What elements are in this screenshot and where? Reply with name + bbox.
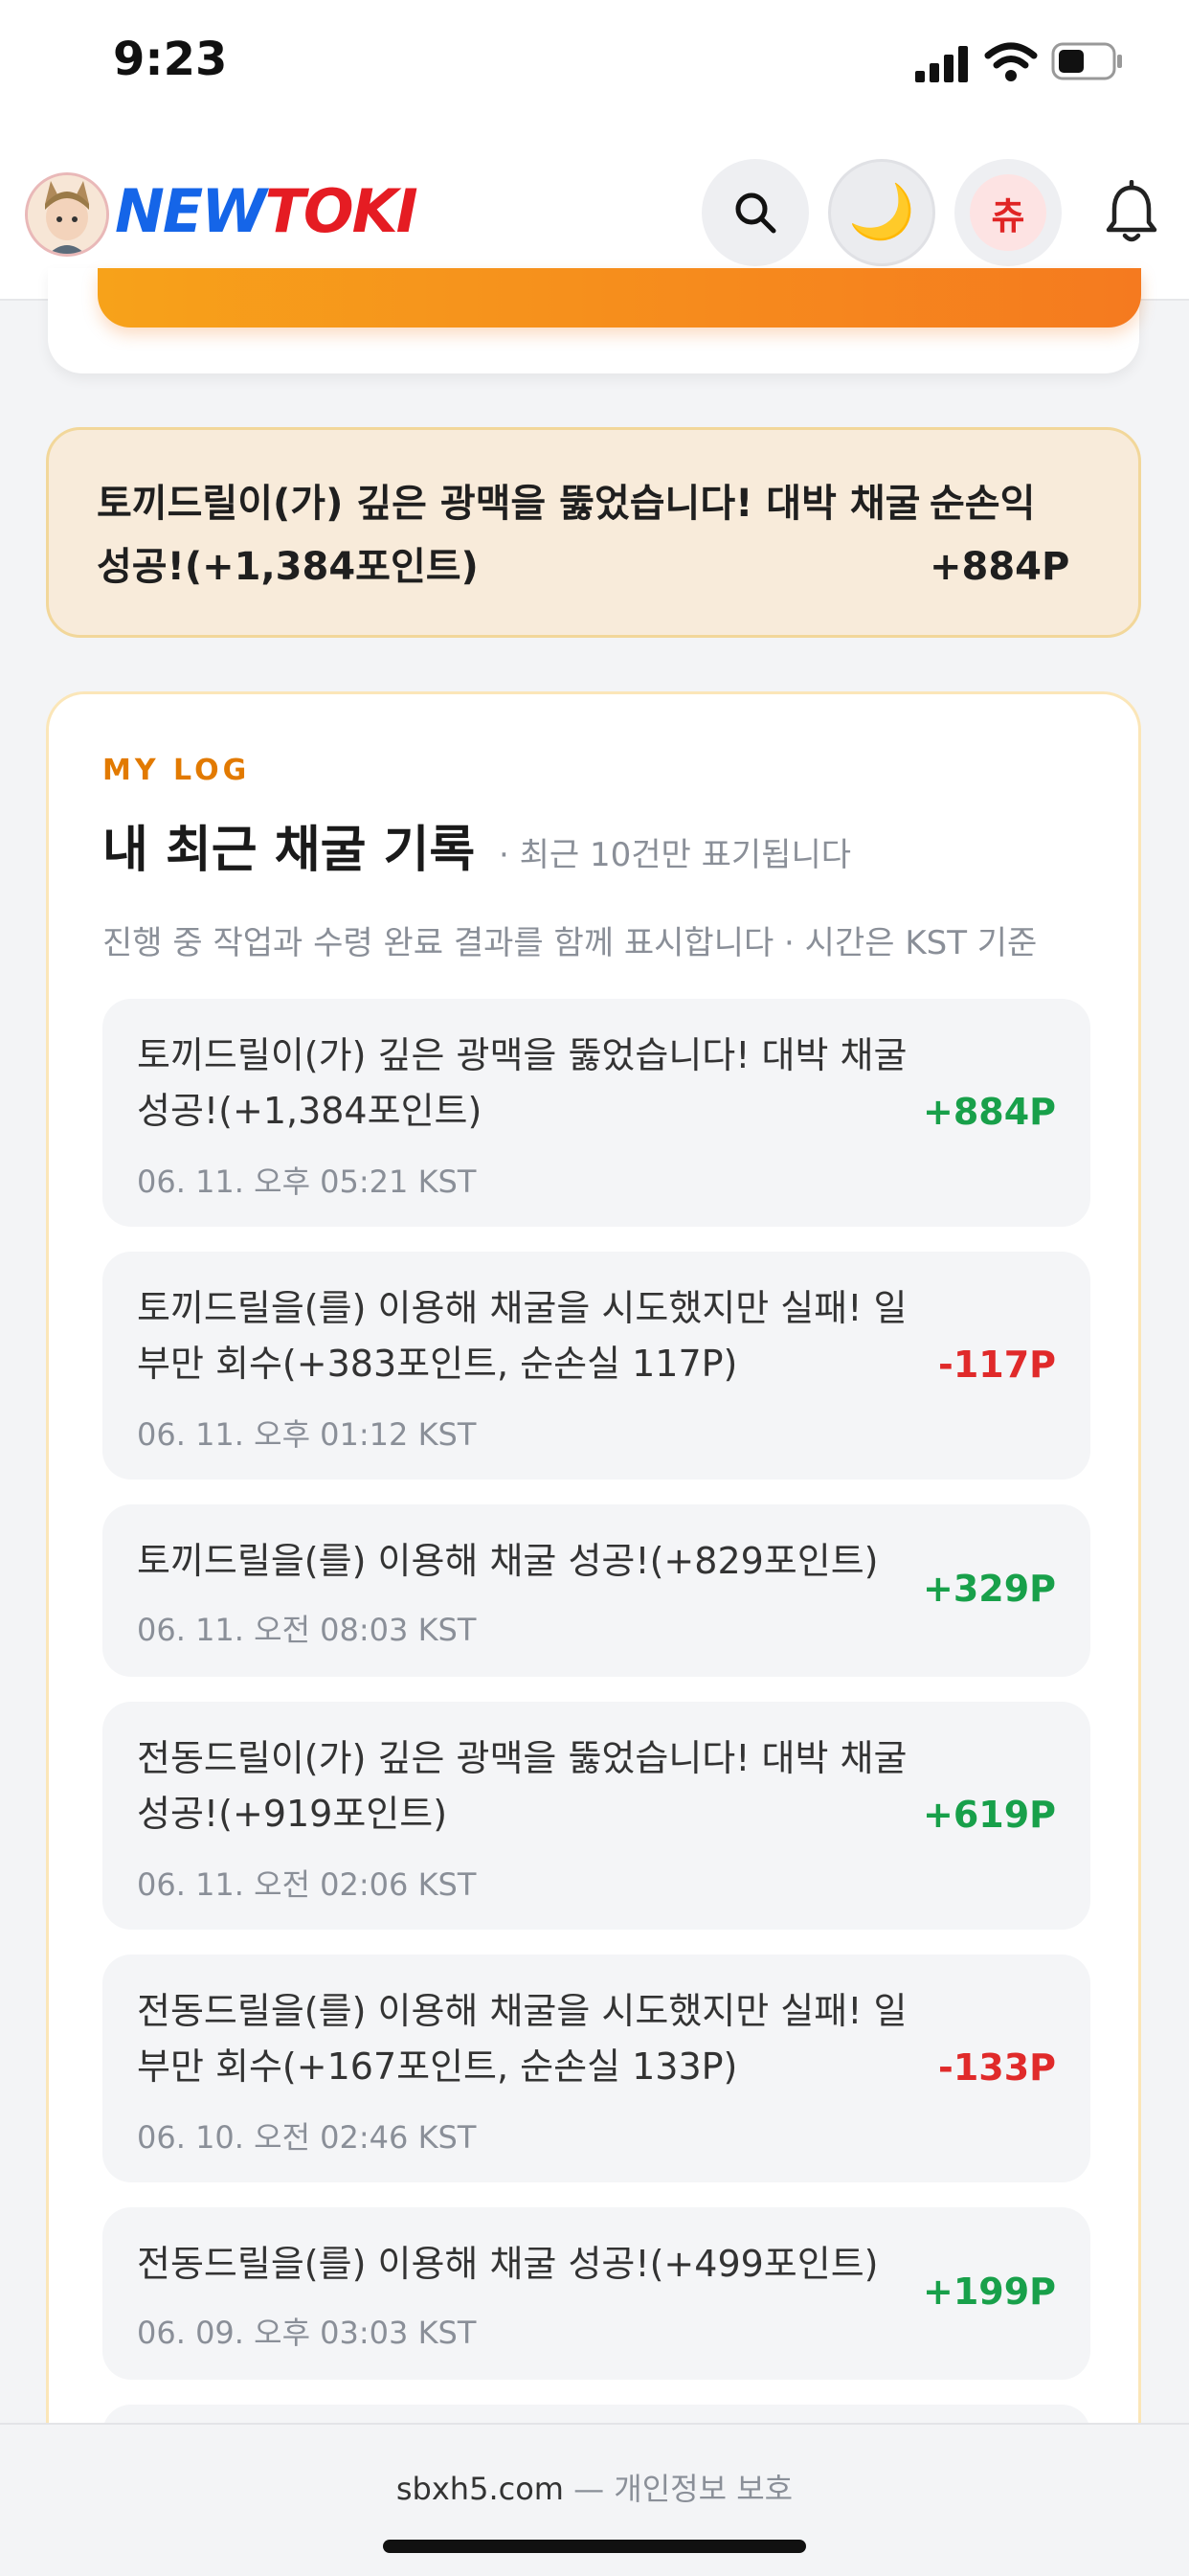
log-entry: 토끼드릴이(가) 깊은 광맥을 뚫었습니다! 대박 채굴 성공!(+1,384포… <box>102 999 1090 1227</box>
user-badge: 츄 <box>970 174 1046 251</box>
result-banner: 토끼드릴이(가) 깊은 광맥을 뚫었습니다! 대박 채굴 성공!(+1,384포… <box>46 427 1141 638</box>
mine-action-button[interactable] <box>98 268 1141 328</box>
log-subtitle: · 최근 10건만 표기됩니다 <box>499 836 852 874</box>
banner-net-value: +884P <box>930 545 1070 589</box>
log-entry: 전동드릴이(가) 깊은 광맥을 뚫었습니다! 대박 채굴 성공!(+919포인트… <box>102 1702 1090 1930</box>
search-button[interactable] <box>702 159 809 266</box>
log-entry-amount: -133P <box>938 2046 1056 2089</box>
avatar-image <box>28 175 106 254</box>
log-entry-time: 06. 09. 오후 03:03 KST <box>137 2315 477 2351</box>
search-icon <box>735 192 776 234</box>
log-title: 내 최근 채굴 기록 <box>102 822 476 879</box>
logo-new-text: NEW <box>115 176 267 246</box>
banner-net-result: 순손익 +884P <box>930 472 1111 599</box>
privacy-link[interactable]: 개인정보 보호 <box>614 2471 793 2507</box>
battery-icon <box>1051 42 1122 80</box>
moon-icon: 🌙 <box>848 181 915 243</box>
log-entry: 전동드릴을(를) 이용해 채굴 성공!(+499포인트) 06. 09. 오후 … <box>102 2207 1090 2380</box>
user-menu-button[interactable]: 츄 <box>954 159 1062 266</box>
footer-domain[interactable]: sbxh5.com <box>396 2471 564 2507</box>
log-entry-message: 전동드릴을(를) 이용해 채굴을 시도했지만 실패! 일부만 회수(+167포인… <box>137 1990 908 2088</box>
log-entry-time: 06. 10. 오전 02:46 KST <box>137 2119 477 2156</box>
log-entry-message: 토끼드릴을(를) 이용해 채굴을 시도했지만 실패! 일부만 회수(+383포인… <box>137 1287 908 1385</box>
log-entry-time: 06. 11. 오전 02:06 KST <box>137 1866 477 1903</box>
log-entry-message: 전동드릴을(를) 이용해 채굴 성공!(+499포인트) <box>137 2243 879 2285</box>
log-entry-amount: +619P <box>922 1794 1056 1836</box>
log-description: 진행 중 작업과 수령 완료 결과를 함께 표시합니다 · 시간은 KST 기준 <box>102 924 1038 962</box>
footer: sbxh5.com — 개인정보 보호 <box>0 2423 1189 2576</box>
banner-message: 토끼드릴이(가) 깊은 광맥을 뚫었습니다! 대박 채굴 성공!(+1,384포… <box>97 482 921 589</box>
avatar[interactable] <box>25 172 109 257</box>
status-time: 9:23 <box>113 33 228 86</box>
footer-line: sbxh5.com — 개인정보 보호 <box>0 2465 1189 2509</box>
my-log-card: MY LOG 내 최근 채굴 기록 · 최근 10건만 표기됩니다 진행 중 작… <box>46 691 1141 2520</box>
action-card <box>48 268 1141 373</box>
log-entry-message: 토끼드릴을(를) 이용해 채굴 성공!(+829포인트) <box>137 1540 879 1582</box>
logo-toki-text: TOKI <box>264 176 418 246</box>
theme-toggle-button[interactable]: 🌙 <box>828 159 935 266</box>
wifi-icon <box>984 42 1038 81</box>
log-entry: 토끼드릴을(를) 이용해 채굴 성공!(+829포인트) 06. 11. 오전 … <box>102 1504 1090 1677</box>
log-entry-message: 토끼드릴이(가) 깊은 광맥을 뚫었습니다! 대박 채굴 성공!(+1,384포… <box>137 1034 908 1132</box>
log-entry-amount: +199P <box>922 2271 1056 2313</box>
log-entry: 토끼드릴을(를) 이용해 채굴을 시도했지만 실패! 일부만 회수(+383포인… <box>102 1252 1090 1480</box>
log-entry-amount: -117P <box>938 1344 1056 1386</box>
home-indicator[interactable] <box>383 2540 806 2553</box>
log-entry-time: 06. 11. 오후 05:21 KST <box>137 1164 477 1200</box>
log-entry: 전동드릴을(를) 이용해 채굴을 시도했지만 실패! 일부만 회수(+167포인… <box>102 1955 1090 2182</box>
app-logo[interactable]: NEWTOKI <box>115 176 418 246</box>
banner-net-label: 순손익 <box>930 482 1036 526</box>
log-entry-message: 전동드릴이(가) 깊은 광맥을 뚫었습니다! 대박 채굴 성공!(+919포인트… <box>137 1737 908 1835</box>
log-entry-time: 06. 11. 오후 01:12 KST <box>137 1416 477 1453</box>
status-bar: 9:23 <box>0 0 1189 134</box>
bell-icon[interactable] <box>1101 180 1162 247</box>
log-eyebrow: MY LOG <box>102 754 251 787</box>
signal-icon <box>915 46 968 82</box>
log-entry-amount: +329P <box>922 1568 1056 1610</box>
log-entry-amount: +884P <box>922 1091 1056 1133</box>
log-entry-time: 06. 11. 오전 08:03 KST <box>137 1612 477 1648</box>
footer-separator: — <box>573 2471 605 2507</box>
